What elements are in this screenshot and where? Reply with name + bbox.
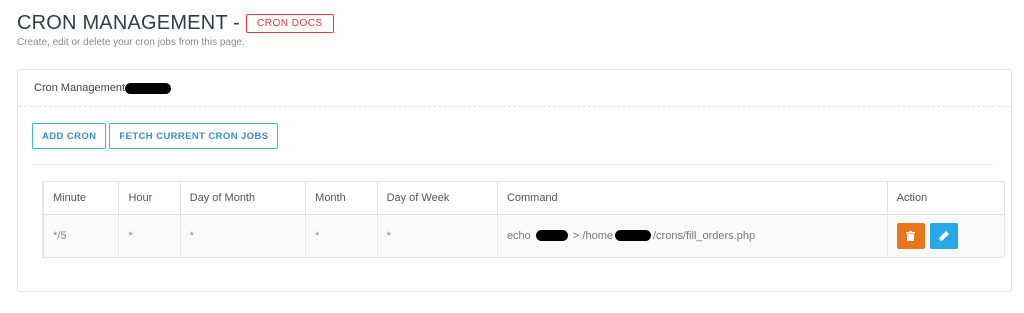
- column-header-day-of-week: Day of Week: [376, 181, 498, 215]
- redaction-mark: [125, 82, 172, 94]
- panel-heading: Cron Management: [19, 70, 1010, 107]
- cron-docs-link[interactable]: CRON DOCS: [246, 14, 334, 33]
- cron-panel: Cron Management ADD CRON FETCH CURRENT C…: [17, 69, 1012, 292]
- fetch-cron-jobs-button[interactable]: FETCH CURRENT CRON JOBS: [109, 123, 279, 149]
- table-header-row: Minute Hour Day of Month Month Day of We…: [42, 181, 1006, 215]
- delete-cron-button[interactable]: [896, 222, 925, 249]
- table-row: */5 * * * * echo > /home/crons/fill_orde…: [42, 214, 1006, 257]
- column-header-month: Month: [305, 181, 378, 215]
- cell-day-of-week: *: [376, 214, 498, 257]
- cron-table-container: Minute Hour Day of Month Month Day of We…: [42, 181, 1006, 258]
- cell-minute: */5: [42, 214, 120, 257]
- panel-title: Cron Management: [34, 82, 126, 94]
- page-header: CRON MANAGEMENT - CRON DOCS Create, edit…: [17, 12, 334, 48]
- divider: [32, 164, 993, 165]
- edit-cron-button[interactable]: [929, 222, 958, 249]
- cell-command: echo > /home/crons/fill_orders.php: [496, 214, 888, 257]
- cell-month: *: [305, 214, 378, 257]
- add-cron-button[interactable]: ADD CRON: [32, 123, 107, 149]
- pencil-icon: [939, 230, 949, 241]
- command-suffix: /crons/fill_orders.php: [652, 229, 756, 242]
- column-header-minute: Minute: [42, 181, 120, 215]
- column-header-hour: Hour: [118, 181, 181, 215]
- redaction-mark: [614, 230, 651, 242]
- column-header-day-of-month: Day of Month: [179, 181, 307, 215]
- command-middle: > /home: [572, 229, 613, 242]
- cron-table: Minute Hour Day of Month Month Day of We…: [42, 181, 1006, 257]
- trash-icon: [906, 230, 916, 241]
- title-row: CRON MANAGEMENT - CRON DOCS: [17, 12, 334, 35]
- toolbar: ADD CRON FETCH CURRENT CRON JOBS: [32, 123, 279, 149]
- column-header-action: Action: [886, 181, 1006, 215]
- redaction-mark: [535, 230, 568, 242]
- page-title: CRON MANAGEMENT -: [17, 12, 241, 34]
- cell-action: [886, 214, 1006, 257]
- cell-hour: *: [118, 214, 181, 257]
- cell-day-of-month: *: [179, 214, 307, 257]
- command-prefix: echo: [506, 229, 531, 242]
- column-header-command: Command: [496, 181, 888, 215]
- page-subtitle: Create, edit or delete your cron jobs fr…: [17, 37, 245, 48]
